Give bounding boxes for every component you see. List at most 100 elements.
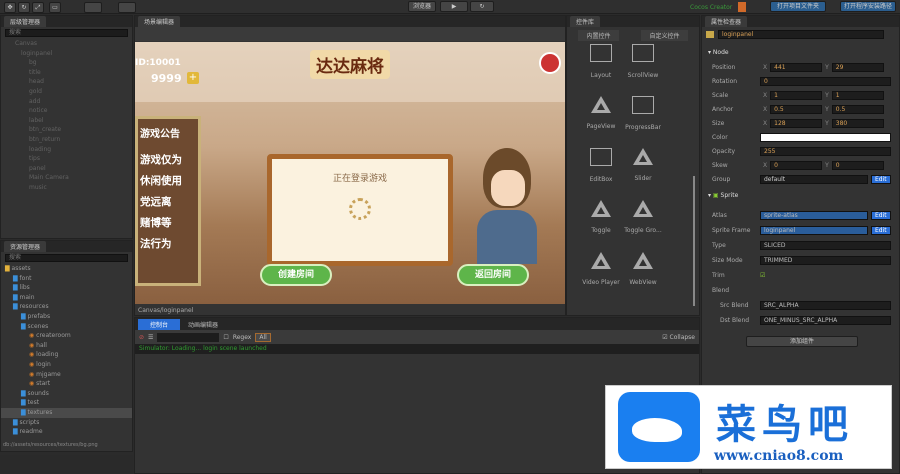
prop-x-input[interactable]: 1 [770,90,823,100]
builtin-widgets-tab[interactable]: 内置控件 [578,30,619,41]
pivot-button[interactable] [84,2,102,13]
asset-item[interactable]: ◉ loading [1,350,132,360]
message-icon[interactable] [539,52,561,74]
widget-pageview[interactable]: PageView [579,96,623,130]
node-section-header[interactable]: ▾ Node [708,49,729,56]
asset-item[interactable]: ▇ readme [1,427,132,437]
local-button[interactable] [118,2,136,13]
create-room-button[interactable]: 创建房间 [260,264,332,286]
scene-tab[interactable]: 场景编辑器 [138,16,181,27]
regex-checkbox[interactable]: ☐ [223,334,228,341]
open-install-button[interactable]: 打开程序安装路径 [840,1,896,12]
prop-x-input[interactable]: 0.5 [770,104,823,114]
prop-y-input[interactable]: 29 [831,62,884,72]
asset-item[interactable]: ▇ font [1,274,132,284]
hierarchy-item[interactable]: notice [15,106,132,116]
hierarchy-search[interactable]: 搜索 [5,29,128,37]
sprite-section-header[interactable]: ▾ ▣ Sprite [708,192,738,199]
prop-y-input[interactable]: 0 [831,160,884,170]
clear-icon[interactable]: ⊘ [139,334,144,341]
hierarchy-item[interactable]: music [15,183,132,193]
add-component-button[interactable]: 添加组件 [746,336,858,347]
console-filter-input[interactable] [157,332,220,342]
prop-value-input[interactable]: TRIMMED [760,255,891,265]
console-tab[interactable]: 控制台 [138,318,181,330]
asset-item[interactable]: ◉ login [1,360,132,370]
prop-y-input[interactable]: 1 [831,90,884,100]
widgets-scrollbar[interactable] [693,176,695,306]
asset-item[interactable]: ◉ createroom [1,331,132,341]
prop-value-input[interactable]: loginpanel [760,225,868,235]
scale-tool-button[interactable]: ⤢ [32,2,44,13]
node-name-input[interactable]: loginpanel [718,30,884,39]
asset-item[interactable]: ▇ libs [1,283,132,293]
hierarchy-item[interactable]: title [15,68,132,78]
hierarchy-item[interactable]: loading [15,145,132,155]
hierarchy-item[interactable]: label [15,116,132,126]
animation-tab[interactable]: 动画编辑器 [180,319,226,330]
asset-item[interactable]: ▇ scripts [1,418,132,428]
widget-videoplayer[interactable]: Video Player [579,252,623,286]
refresh-button[interactable]: ↻ [470,1,494,12]
widgets-tab[interactable]: 控件库 [570,16,601,27]
play-button[interactable]: ▶ [440,1,468,12]
widget-scrollview[interactable]: ScrollView [621,44,665,79]
widget-slider[interactable]: Slider [621,148,665,182]
prop-value-input[interactable]: sprite-atlas [760,210,868,220]
hierarchy-item[interactable]: btn_return [15,135,132,145]
prop-value-input[interactable]: SLICED [760,240,891,250]
hierarchy-item[interactable]: panel [15,164,132,174]
asset-item[interactable]: ▇ textures [1,407,132,418]
assets-tab[interactable]: 资源管理器 [4,241,47,252]
asset-item[interactable]: ▇ resources [1,302,132,312]
filter-icon[interactable]: ☰ [148,334,153,341]
prop-y-input[interactable]: 380 [831,118,884,128]
platform-select[interactable]: 浏览器 [408,1,436,12]
trim-checkbox[interactable]: ☑ [760,272,765,279]
asset-item[interactable]: ▇ prefabs [1,312,132,322]
hierarchy-item[interactable]: tips [15,154,132,164]
node-active-checkbox[interactable] [706,31,714,38]
edit-sprite-button[interactable]: Edit [871,210,891,220]
hierarchy-tab[interactable]: 层级管理器 [4,16,47,27]
inspector-tab[interactable]: 属性检查器 [705,16,748,27]
custom-widgets-tab[interactable]: 自定义控件 [641,30,688,41]
return-room-button[interactable]: 返回房间 [457,264,529,286]
notification-icon[interactable] [738,2,746,12]
prop-y-input[interactable]: 0.5 [831,104,884,114]
rotate-tool-button[interactable]: ↻ [18,2,30,13]
asset-item[interactable]: ◉ hall [1,341,132,351]
prop-x-input[interactable]: 441 [770,62,823,72]
asset-item[interactable]: ▇ test [1,398,132,408]
prop-x-input[interactable]: 0 [770,160,823,170]
widget-webview[interactable]: WebView [621,252,665,286]
assets-search[interactable]: 搜索 [5,254,128,262]
widget-layout[interactable]: Layout [579,44,623,79]
collapse-checkbox[interactable]: ☑ Collapse [662,334,695,341]
prop-value-input[interactable]: SRC_ALPHA [760,300,891,310]
move-tool-button[interactable]: ✥ [4,2,16,13]
asset-item[interactable]: ◉ mjgame [1,370,132,380]
hierarchy-item[interactable]: add [15,97,132,107]
hierarchy-item[interactable]: btn_create [15,125,132,135]
widget-progressbar[interactable]: ProgressBar [621,96,665,131]
hierarchy-item[interactable]: gold [15,87,132,97]
edit-group-button[interactable]: Edit [871,174,891,184]
prop-x-input[interactable]: 128 [770,118,823,128]
hierarchy-item[interactable]: bg [15,58,132,68]
hierarchy-item[interactable]: head [15,77,132,87]
open-project-button[interactable]: 打开项目文件夹 [770,1,826,12]
widget-toggle[interactable]: Toggle [579,200,623,234]
asset-item[interactable]: ◉ start [1,379,132,389]
asset-item[interactable]: ▇ main [1,293,132,303]
hierarchy-item[interactable]: Main Camera [15,173,132,183]
log-level-select[interactable]: All [255,332,271,342]
asset-item[interactable]: ▇ scenes [1,322,132,332]
prop-value-input[interactable]: 255 [760,146,891,156]
hierarchy-item[interactable]: Canvas [15,39,132,49]
rect-tool-button[interactable]: ▭ [49,2,61,13]
color-swatch[interactable] [760,132,891,142]
widget-togglegro[interactable]: Toggle Gro... [621,200,665,234]
widget-editbox[interactable]: EditBox [579,148,623,183]
edit-sprite-button[interactable]: Edit [871,225,891,235]
